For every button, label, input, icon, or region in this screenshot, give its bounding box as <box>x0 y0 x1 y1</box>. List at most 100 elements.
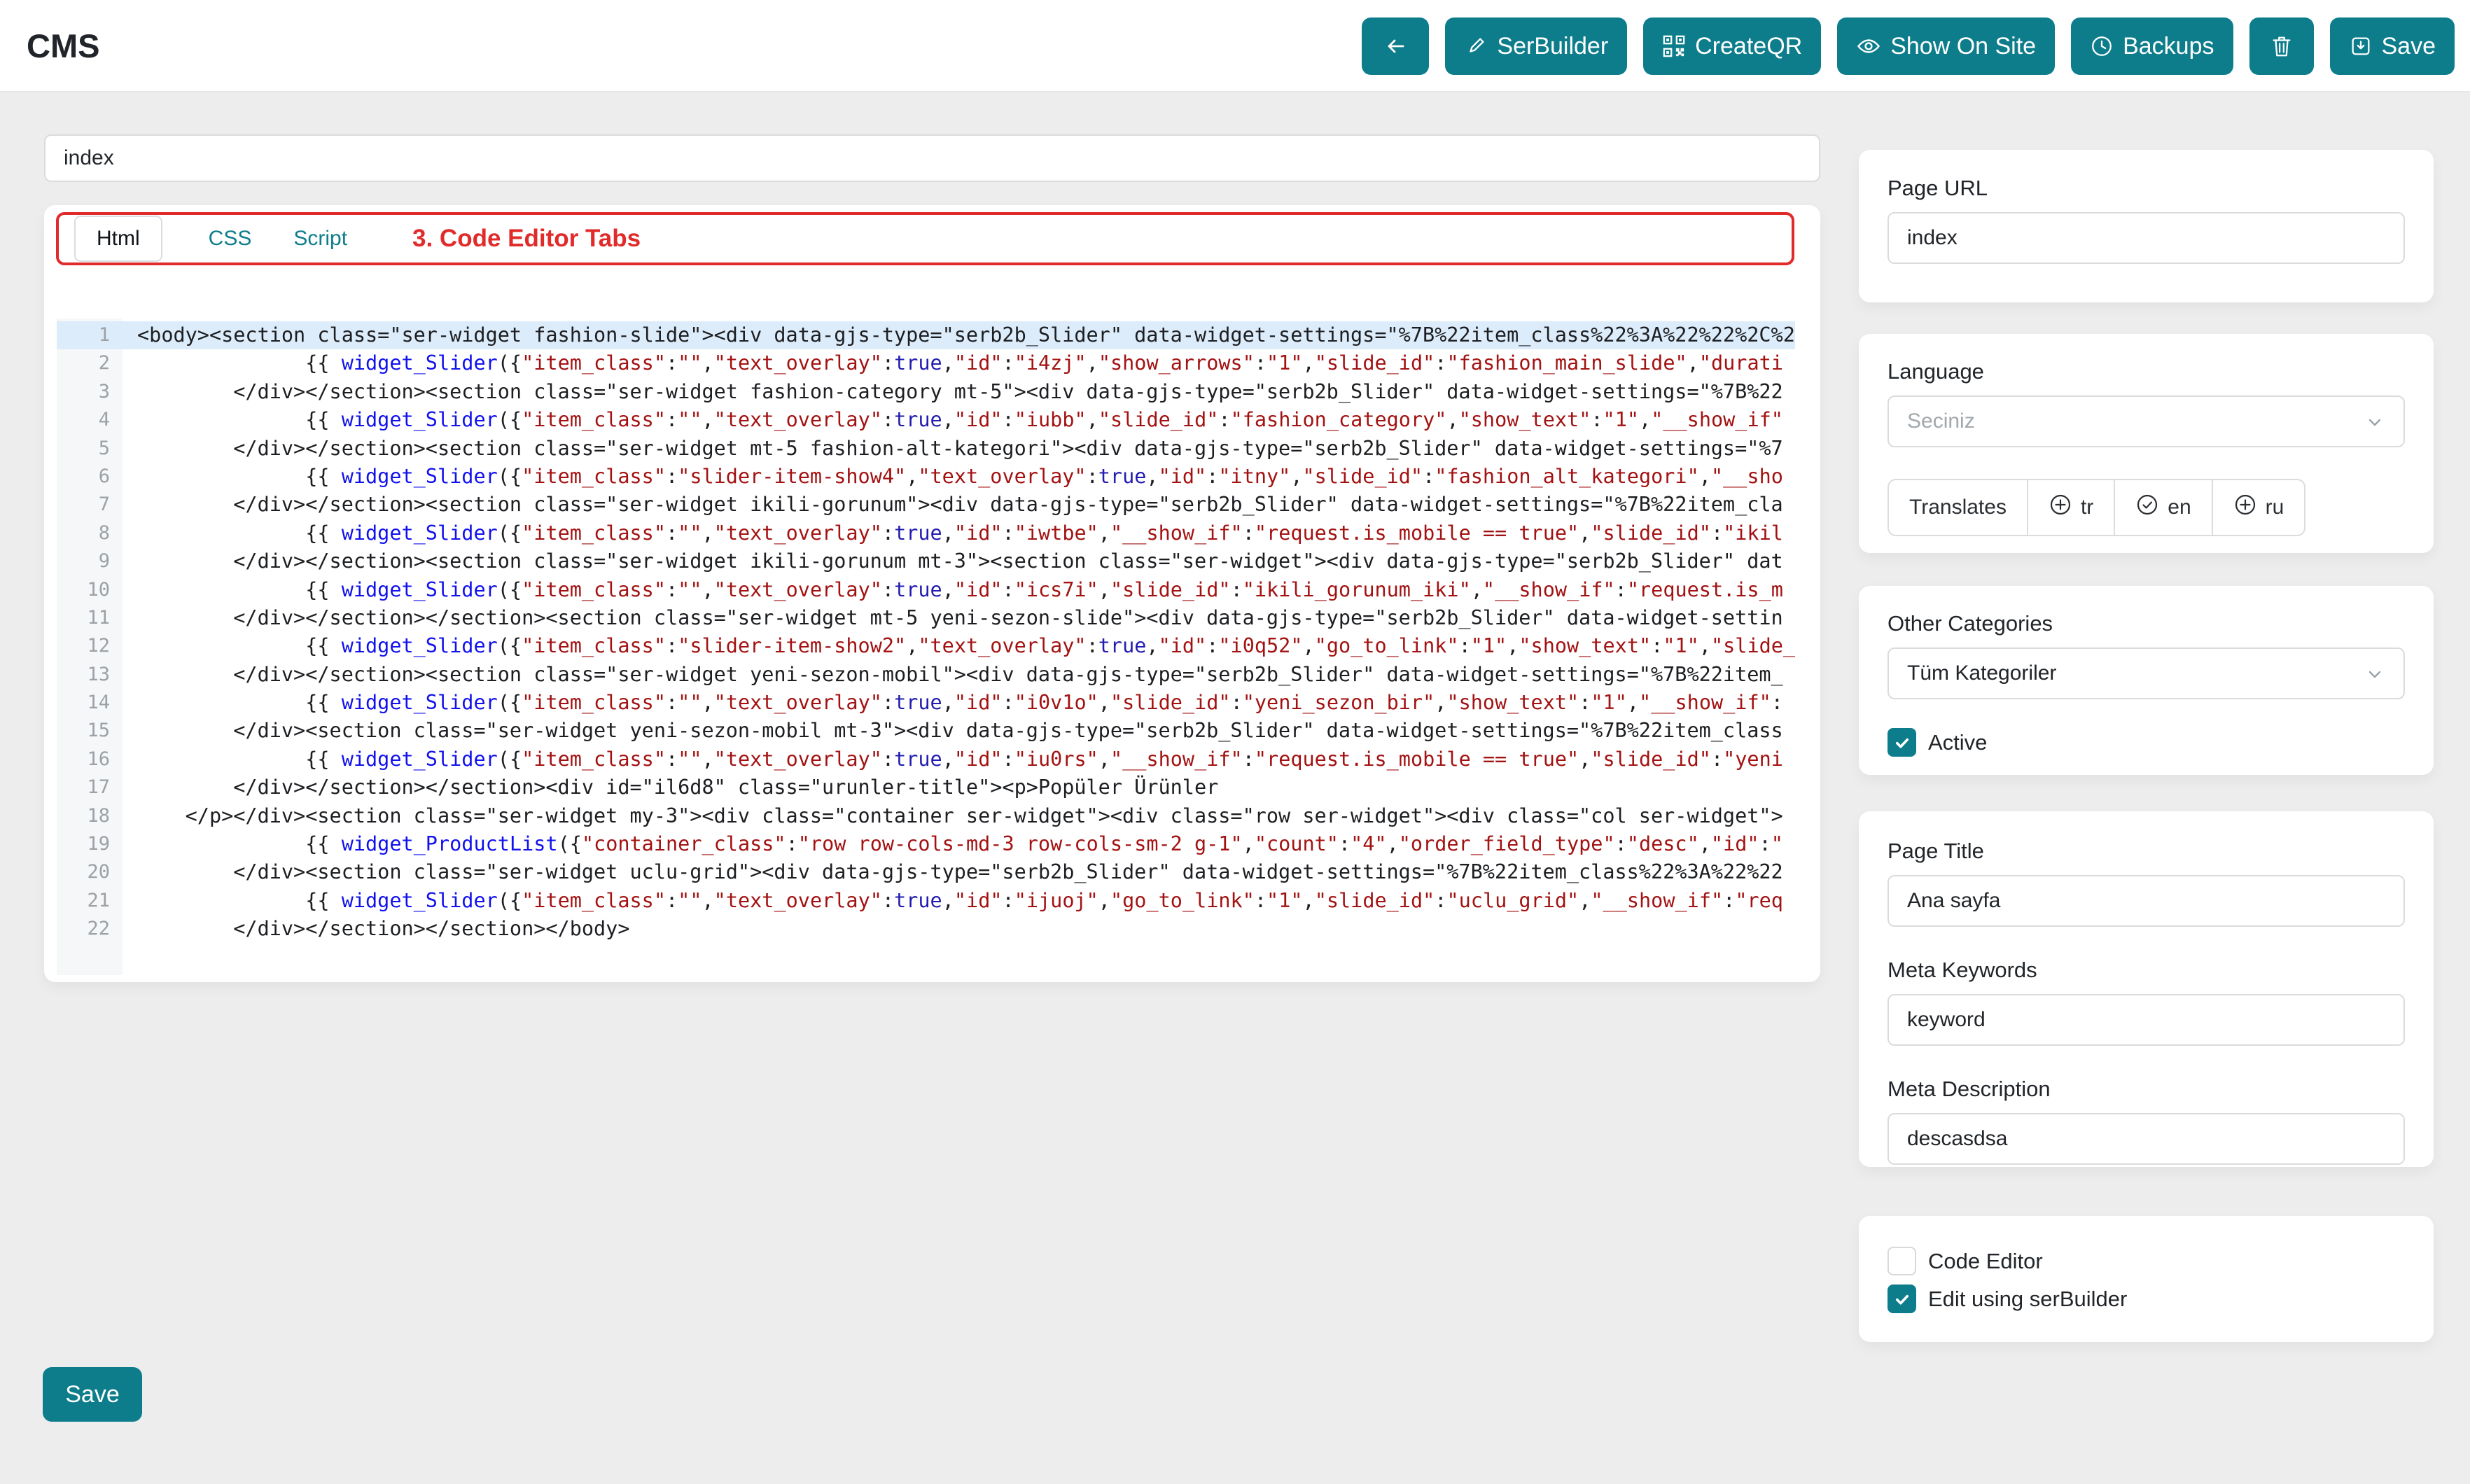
backups-button[interactable]: Backups <box>2071 18 2233 75</box>
language-select[interactable]: Seciniz <box>1888 396 2405 447</box>
code-line[interactable]: 4 {{ widget_Slider({"item_class":"","tex… <box>57 406 1795 434</box>
language-select-value: Seciniz <box>1907 410 1975 433</box>
save-icon <box>2349 34 2373 58</box>
page-name-input[interactable] <box>44 134 1820 182</box>
code-line[interactable]: 9 </div></section><section class="ser-wi… <box>57 547 1795 575</box>
trash-icon <box>2270 34 2293 58</box>
serbuilder-checkbox[interactable] <box>1888 1284 1916 1313</box>
cms-page: CMS SerBuilder <box>0 0 2470 1484</box>
serbuilder-button[interactable]: SerBuilder <box>1445 18 1627 75</box>
code-editor-checkbox[interactable] <box>1888 1247 1916 1275</box>
line-number: 4 <box>57 406 123 434</box>
show-on-site-label: Show On Site <box>1890 33 2036 60</box>
translates-group: Translates tr en ru <box>1888 479 2305 536</box>
code-line[interactable]: 16 {{ widget_Slider({"item_class":"","te… <box>57 746 1795 774</box>
code-line[interactable]: 11 </div></section></section><section cl… <box>57 604 1795 632</box>
card-editor-options: Code Editor Edit using serBuilder <box>1859 1216 2434 1342</box>
code-line[interactable]: 17 </div></section></section><div id="il… <box>57 774 1795 802</box>
lang-tr-label: tr <box>2081 496 2093 519</box>
code-line[interactable]: 21 {{ widget_Slider({"item_class":"","te… <box>57 887 1795 915</box>
code-line[interactable]: 2 {{ widget_Slider({"item_class":"","tex… <box>57 349 1795 377</box>
line-number: 15 <box>57 717 123 745</box>
code-line[interactable]: 8 {{ widget_Slider({"item_class":"","tex… <box>57 519 1795 547</box>
tab-script[interactable]: Script <box>293 227 347 251</box>
line-number: 14 <box>57 689 123 717</box>
meta-description-input[interactable] <box>1888 1113 2405 1165</box>
card-page-url: Page URL <box>1859 150 2434 302</box>
serbuilder-option-label: Edit using serBuilder <box>1928 1287 2127 1312</box>
code-line[interactable]: 5 </div></section><section class="ser-wi… <box>57 435 1795 463</box>
active-label: Active <box>1928 730 1987 755</box>
line-number: 13 <box>57 661 123 689</box>
line-number: 12 <box>57 632 123 660</box>
other-categories-select-value: Tüm Kategoriler <box>1907 662 2056 685</box>
createqr-label: CreateQR <box>1695 33 1802 60</box>
code-line[interactable]: 15 </div><section class="ser-widget yeni… <box>57 717 1795 745</box>
meta-keywords-input[interactable] <box>1888 994 2405 1046</box>
code-line[interactable]: 10 {{ widget_Slider({"item_class":"","te… <box>57 576 1795 604</box>
active-checkbox[interactable] <box>1888 728 1916 757</box>
lang-en-label: en <box>2168 496 2191 519</box>
page-url-input[interactable] <box>1888 212 2405 264</box>
code-line[interactable]: 1<body><section class="ser-widget fashio… <box>57 321 1795 349</box>
page-url-label: Page URL <box>1888 176 2405 201</box>
line-number: 17 <box>57 774 123 802</box>
code-line[interactable]: 22 </div></section></section></body> <box>57 915 1795 943</box>
lang-ru-button[interactable]: ru <box>2212 480 2305 535</box>
line-number: 16 <box>57 746 123 774</box>
code-line[interactable]: 12 {{ widget_Slider({"item_class":"slide… <box>57 632 1795 660</box>
annotation-label: 3. Code Editor Tabs <box>412 215 641 262</box>
show-on-site-button[interactable]: Show On Site <box>1837 18 2055 75</box>
line-number: 7 <box>57 491 123 519</box>
line-number: 6 <box>57 463 123 491</box>
lang-ru-label: ru <box>2266 496 2284 519</box>
code-line[interactable]: 7 </div></section><section class="ser-wi… <box>57 491 1795 519</box>
app-title: CMS <box>27 0 99 92</box>
qr-icon <box>1662 34 1686 58</box>
meta-description-label: Meta Description <box>1888 1077 2405 1102</box>
lang-en-button[interactable]: en <box>2114 480 2211 535</box>
header-actions: SerBuilder CreateQR Show On Site <box>1362 0 2455 92</box>
line-number: 10 <box>57 576 123 604</box>
active-row: Active <box>1888 728 2405 757</box>
line-number: 19 <box>57 830 123 858</box>
line-number: 3 <box>57 378 123 406</box>
meta-keywords-label: Meta Keywords <box>1888 958 2405 983</box>
save-button[interactable]: Save <box>2330 18 2455 75</box>
page-title-input[interactable] <box>1888 875 2405 927</box>
other-categories-select[interactable]: Tüm Kategoriler <box>1888 648 2405 699</box>
code-line[interactable]: 13 </div></section><section class="ser-w… <box>57 661 1795 689</box>
card-meta: Page Title Meta Keywords Meta Descriptio… <box>1859 811 2434 1167</box>
back-button[interactable] <box>1362 18 1429 75</box>
card-language: Language Seciniz Translates tr en <box>1859 334 2434 553</box>
serbuilder-label: SerBuilder <box>1497 33 1608 60</box>
save-button-bottom[interactable]: Save <box>43 1367 142 1422</box>
tab-css[interactable]: CSS <box>209 227 252 251</box>
arrow-left-icon <box>1383 34 1408 59</box>
line-number: 20 <box>57 858 123 886</box>
tab-html[interactable]: Html <box>74 216 162 262</box>
translates-button[interactable]: Translates <box>1889 480 2027 535</box>
line-number: 1 <box>57 321 123 349</box>
createqr-button[interactable]: CreateQR <box>1643 18 1821 75</box>
code-line[interactable]: 3 </div></section><section class="ser-wi… <box>57 378 1795 406</box>
code-line[interactable]: 14 {{ widget_Slider({"item_class":"","te… <box>57 689 1795 717</box>
plus-circle-icon <box>2049 493 2072 522</box>
code-lines[interactable]: 1<body><section class="ser-widget fashio… <box>57 321 1795 944</box>
translates-label: Translates <box>1909 496 2007 519</box>
code-line[interactable]: 19 {{ widget_ProductList({"container_cla… <box>57 830 1795 858</box>
code-editor-option-label: Code Editor <box>1928 1249 2043 1274</box>
serbuilder-option-row: Edit using serBuilder <box>1888 1284 2405 1313</box>
delete-button[interactable] <box>2249 18 2314 75</box>
line-number: 18 <box>57 802 123 830</box>
lang-tr-button[interactable]: tr <box>2027 480 2114 535</box>
line-number: 9 <box>57 547 123 575</box>
pencil-icon <box>1464 34 1488 58</box>
code-line[interactable]: 20 </div><section class="ser-widget uclu… <box>57 858 1795 886</box>
backups-label: Backups <box>2123 33 2214 60</box>
code-line[interactable]: 18 </p></div><section class="ser-widget … <box>57 802 1795 830</box>
code-line[interactable]: 6 {{ widget_Slider({"item_class":"slider… <box>57 463 1795 491</box>
line-number: 22 <box>57 915 123 943</box>
other-categories-label: Other Categories <box>1888 611 2405 636</box>
line-number: 8 <box>57 519 123 547</box>
